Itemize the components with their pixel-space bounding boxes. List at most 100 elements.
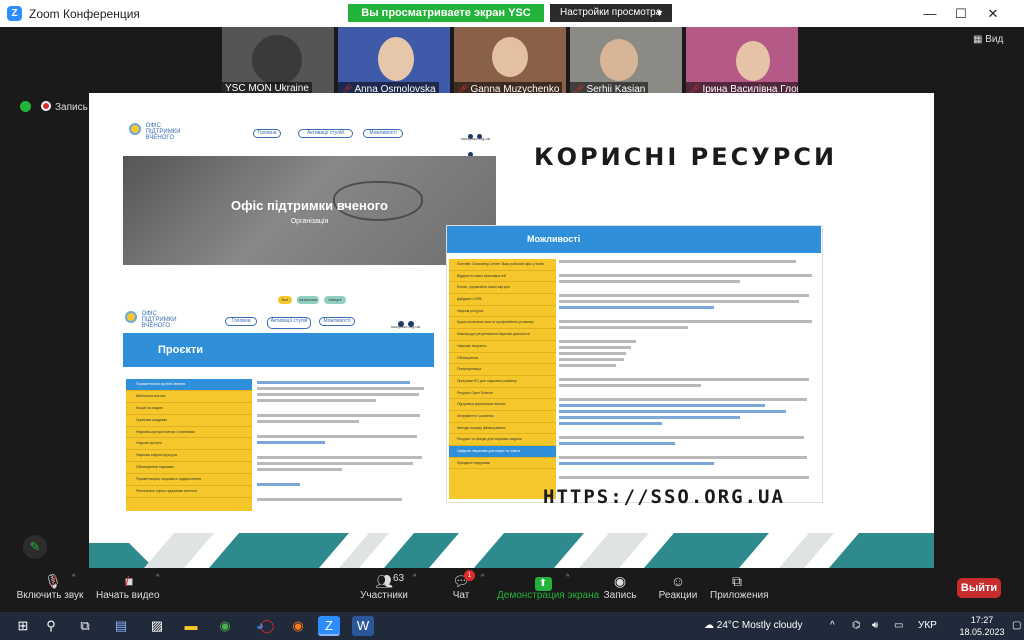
list-item: Наукові зустрічі <box>126 438 252 451</box>
clock-time: 17:27 <box>970 615 994 625</box>
list-item: Обговорення наукових <box>126 462 252 475</box>
store-icon[interactable]: ▤ <box>110 616 132 636</box>
site-email: sso@sso.org.ua <box>461 136 490 141</box>
participant-video <box>492 37 528 77</box>
nav-activities: Активації стулій <box>298 129 353 138</box>
shared-screen: ОФІС ПІДТРИМКИ ВЧЕНОГО Головна Активації… <box>89 93 934 568</box>
weather-widget[interactable]: ☁ 24°C Mostly cloudy <box>704 612 802 640</box>
reactions-label: Реакции <box>658 590 698 601</box>
record-label: Запись <box>603 590 637 601</box>
list-item: Просвітництво наукового підкреслення <box>126 474 252 487</box>
site-screenshot-projects: Все Актуальні Минулі ОФІС ПІДТРИМКИ ВЧЕН… <box>123 291 434 513</box>
share-screen-button[interactable]: ⬆ Демонстрация экрана <box>497 572 599 601</box>
nav-home: Головна <box>225 317 257 326</box>
file-explorer-icon[interactable]: ▬ <box>180 616 202 636</box>
leave-button[interactable]: Выйти <box>957 578 1001 598</box>
opera-icon[interactable]: ◯ <box>256 616 278 636</box>
filter-pill: Все <box>278 296 292 304</box>
reactions-button[interactable]: ☺︎ Реакции <box>658 572 698 601</box>
view-settings-label: Настройки просмотра <box>560 7 662 18</box>
network-icon[interactable]: ⌬ <box>852 612 861 640</box>
zoom-taskbar-icon[interactable]: Z <box>318 616 340 636</box>
list-item: Scientific Consulting Center: Ваш робочи… <box>449 259 556 271</box>
video-off-icon: ■/ <box>124 573 134 589</box>
chevron-up-icon[interactable]: ^ <box>566 574 569 581</box>
show-hidden-icons[interactable]: ^ <box>830 612 835 640</box>
windows-start-icon[interactable]: ⊞ <box>12 616 34 636</box>
slide-title: КОРИСНІ РЕСУРСИ <box>534 143 838 171</box>
slide-url: HTTPS://SSO.ORG.UA <box>543 486 785 508</box>
recording-label: Запись <box>55 102 88 113</box>
firefox-icon[interactable]: ◉ <box>287 616 309 636</box>
task-view-icon[interactable]: ⧉ <box>74 616 96 636</box>
keyboard-language[interactable]: УКР <box>918 612 937 640</box>
zoom-titlebar: Z Zoom Конференция Вы просматриваете экр… <box>0 0 1024 37</box>
possibilities-text-block <box>559 260 817 482</box>
gallery-icon[interactable]: ▨ <box>146 616 168 636</box>
chrome-icon[interactable]: ◉ <box>214 616 236 636</box>
list-item: Популяризація <box>449 364 556 376</box>
list-item: Курси іноземних мов та професійного розв… <box>449 317 556 330</box>
participant-tile[interactable]: YSC MON Ukraine <box>222 27 334 96</box>
site-email: sso@sso.org.ua <box>391 324 420 329</box>
shield-icon <box>20 101 31 112</box>
list-item: Підтримка українських вчених <box>449 399 556 411</box>
participant-tile[interactable]: 🎤︎Ірина Василівна Глов... <box>686 27 798 96</box>
clock-date: 18.05.2023 <box>959 627 1005 637</box>
windows-taskbar: ⊞ ⚲ ⧉ ▤ ▨ ▬ ◉ ◕ ◯ ◉ Z W ☁ 24°C Mostly cl… <box>0 612 1024 640</box>
chevron-up-icon[interactable]: ^ <box>72 574 75 581</box>
nav-possibilities: Можливості <box>319 317 355 326</box>
record-icon: ◉ <box>613 573 627 589</box>
participant-tile[interactable]: 🎤︎ Anna Osmolovska <box>338 27 450 96</box>
list-item: Міжнародні регулювання наукової діяльнос… <box>449 329 556 341</box>
projects-list: Горизонтальні зустрічі вчених Бібліотека… <box>126 379 252 511</box>
start-video-button[interactable]: ■/ Начать видео <box>96 572 160 601</box>
hero-subtitle: Організація <box>290 218 329 225</box>
hero-title: Офіс підтримки вченого <box>231 198 388 213</box>
minimize-button[interactable]: — <box>915 4 945 24</box>
list-item: Регіональні офіси підтримки вченого <box>126 486 252 498</box>
apps-label: Приложения <box>710 590 769 601</box>
possibilities-heading: Можливості <box>447 226 821 253</box>
chevron-down-icon: ▼ <box>655 8 664 18</box>
filter-pill: Актуальні <box>297 296 319 304</box>
close-button[interactable]: ✕ <box>978 4 1008 24</box>
volume-icon[interactable]: 🔊︎ <box>872 612 878 640</box>
list-item: Наукові ресурси <box>449 306 556 318</box>
filter-pill: Минулі <box>324 296 346 304</box>
word-icon[interactable]: W <box>352 616 374 636</box>
list-item: Горизонтальні зустрічі вчених <box>126 379 252 391</box>
participants-label: Участники <box>360 590 408 601</box>
sso-logo: ОФІС ПІДТРИМКИ ВЧЕНОГО <box>129 123 181 141</box>
chevron-up-icon[interactable]: ^ <box>481 574 484 581</box>
annotate-pen-button[interactable]: ✎ <box>23 535 47 559</box>
view-button[interactable]: ▦ Вид <box>973 34 1003 45</box>
battery-icon[interactable]: ▭ <box>894 612 903 640</box>
recording-indicator[interactable]: Запись <box>20 101 88 115</box>
record-button[interactable]: ◉ Запись <box>602 572 638 601</box>
maximize-icon: ☐ <box>955 6 967 21</box>
list-item: Ресурси та фонди для наукових видань <box>449 434 556 446</box>
site-screenshot-hero: ОФІС ПІДТРИМКИ ВЧЕНОГО Головна Активації… <box>123 115 496 265</box>
list-item: Наукова кар'єра вчених і освітянам <box>126 427 252 439</box>
cloud-icon: ☁ <box>704 620 714 631</box>
list-item: Ресурси Open Science <box>449 388 556 400</box>
list-item: Грантова академія <box>126 415 252 427</box>
apps-button[interactable]: ⧉ Приложения <box>710 572 769 601</box>
logo-icon <box>129 123 141 135</box>
chevron-up-icon[interactable]: ^ <box>413 574 416 581</box>
record-icon <box>41 101 51 111</box>
participant-tile[interactable]: 🎤︎ Serhii Kasian <box>570 27 682 96</box>
maximize-button[interactable]: ☐ <box>946 4 976 24</box>
participant-tile[interactable]: 🎤︎ Ganna Muzychenko <box>454 27 566 96</box>
clock[interactable]: 17:27 18.05.2023 <box>952 614 1012 638</box>
search-icon[interactable]: ⚲ <box>40 616 62 636</box>
meeting-area: YSC MON Ukraine 🎤︎ Anna Osmolovska 🎤︎ Gann… <box>0 27 1024 568</box>
view-settings-button[interactable]: Настройки просмотра ▼ <box>550 4 672 22</box>
list-item: Дайджест ОПВ <box>449 294 556 306</box>
pen-icon: ✎ <box>29 539 41 554</box>
notifications-icon[interactable]: ▢ <box>1012 612 1021 640</box>
decorative-stripes <box>89 533 934 568</box>
list-item: Юридичні підтримки <box>449 458 556 470</box>
chevron-up-icon[interactable]: ^ <box>156 574 159 581</box>
